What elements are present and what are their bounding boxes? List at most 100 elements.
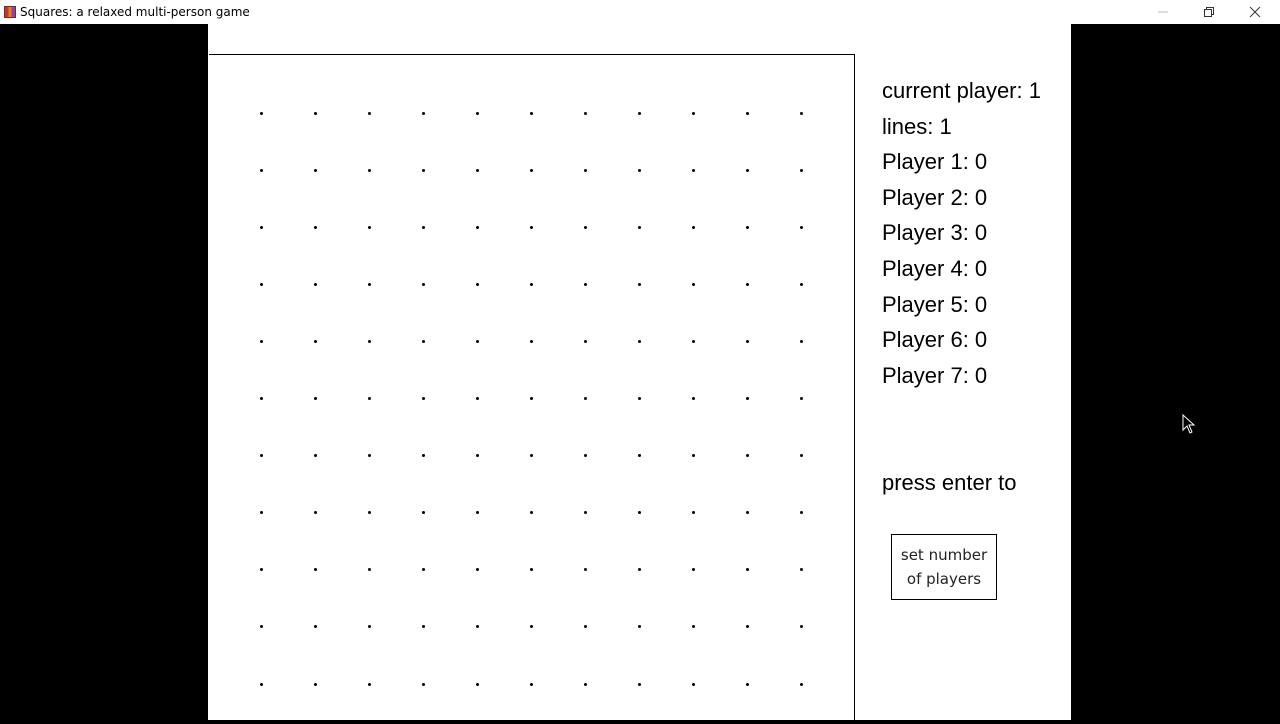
grid-dot[interactable] (259, 111, 263, 115)
grid-dot[interactable] (367, 397, 371, 400)
grid-dot[interactable] (799, 568, 803, 572)
grid-dot[interactable] (583, 168, 587, 172)
grid-dot[interactable] (529, 339, 533, 343)
grid-dot[interactable] (583, 339, 587, 343)
grid-dot[interactable] (583, 225, 587, 229)
grid-dot[interactable] (799, 111, 803, 115)
grid-dot[interactable] (529, 282, 533, 286)
grid-dot[interactable] (745, 339, 749, 343)
grid-dot[interactable] (367, 511, 371, 515)
grid-dot[interactable] (259, 282, 263, 286)
restore-button[interactable] (1186, 0, 1232, 24)
grid-dot[interactable] (745, 282, 749, 286)
grid-dot[interactable] (421, 682, 425, 686)
grid-dot[interactable] (367, 111, 371, 115)
grid-dot[interactable] (367, 339, 371, 343)
grid-dot[interactable] (313, 682, 317, 686)
grid-dot[interactable] (313, 397, 317, 400)
grid-dot[interactable] (421, 225, 425, 229)
grid-dot[interactable] (637, 282, 641, 286)
grid-dot[interactable] (637, 568, 641, 572)
grid-dot[interactable] (583, 282, 587, 286)
grid-dot[interactable] (259, 682, 263, 686)
grid-dot[interactable] (637, 225, 641, 229)
grid-dot[interactable] (259, 168, 263, 172)
grid-dot[interactable] (421, 511, 425, 515)
grid-dot[interactable] (745, 511, 749, 515)
grid-dot[interactable] (745, 682, 749, 686)
grid-dot[interactable] (691, 568, 695, 572)
grid-dot[interactable] (529, 511, 533, 515)
grid-dot[interactable] (691, 397, 695, 400)
grid-dot[interactable] (583, 625, 587, 629)
grid-dot[interactable] (583, 568, 587, 572)
grid-dot[interactable] (799, 168, 803, 172)
grid-dot[interactable] (421, 339, 425, 343)
grid-dot[interactable] (367, 225, 371, 229)
set-number-of-players-button[interactable]: set number of players (891, 534, 997, 600)
grid-dot[interactable] (259, 339, 263, 343)
grid-dot[interactable] (583, 397, 587, 400)
grid-dot[interactable] (529, 568, 533, 572)
grid-dot[interactable] (421, 168, 425, 172)
grid-dot[interactable] (475, 111, 479, 115)
grid-dot[interactable] (529, 454, 533, 458)
grid-dot[interactable] (637, 682, 641, 686)
dot-board[interactable] (209, 54, 855, 724)
grid-dot[interactable] (637, 168, 641, 172)
grid-dot[interactable] (529, 625, 533, 629)
grid-dot[interactable] (313, 225, 317, 229)
grid-dot[interactable] (259, 511, 263, 515)
grid-dot[interactable] (583, 111, 587, 115)
grid-dot[interactable] (421, 568, 425, 572)
grid-dot[interactable] (583, 682, 587, 686)
grid-dot[interactable] (475, 511, 479, 515)
grid-dot[interactable] (421, 397, 425, 400)
grid-dot[interactable] (313, 111, 317, 115)
grid-dot[interactable] (799, 625, 803, 629)
grid-dot[interactable] (691, 111, 695, 115)
grid-dot[interactable] (421, 625, 425, 629)
grid-dot[interactable] (475, 339, 479, 343)
grid-dot[interactable] (475, 682, 479, 686)
grid-dot[interactable] (475, 568, 479, 572)
grid-dot[interactable] (529, 682, 533, 686)
grid-dot[interactable] (799, 454, 803, 458)
grid-dot[interactable] (529, 111, 533, 115)
grid-dot[interactable] (259, 225, 263, 229)
close-button[interactable] (1232, 0, 1278, 24)
grid-dot[interactable] (583, 454, 587, 458)
grid-dot[interactable] (745, 225, 749, 229)
grid-dot[interactable] (421, 111, 425, 115)
grid-dot[interactable] (637, 625, 641, 629)
grid-dot[interactable] (583, 511, 587, 515)
grid-dot[interactable] (745, 568, 749, 572)
grid-dot[interactable] (259, 625, 263, 629)
grid-dot[interactable] (475, 454, 479, 458)
grid-dot[interactable] (367, 682, 371, 686)
grid-dot[interactable] (691, 225, 695, 229)
grid-dot[interactable] (637, 454, 641, 458)
grid-dot[interactable] (475, 625, 479, 629)
grid-dot[interactable] (475, 397, 479, 400)
grid-dot[interactable] (745, 454, 749, 458)
grid-dot[interactable] (637, 511, 641, 515)
grid-dot[interactable] (691, 454, 695, 458)
grid-dot[interactable] (367, 454, 371, 458)
grid-dot[interactable] (799, 511, 803, 515)
grid-dot[interactable] (313, 511, 317, 515)
grid-dot[interactable] (745, 397, 749, 400)
grid-dot[interactable] (313, 625, 317, 629)
grid-dot[interactable] (475, 225, 479, 229)
grid-dot[interactable] (691, 511, 695, 515)
grid-dot[interactable] (637, 397, 641, 400)
grid-dot[interactable] (421, 454, 425, 458)
grid-dot[interactable] (313, 339, 317, 343)
grid-dot[interactable] (529, 168, 533, 172)
grid-dot[interactable] (691, 339, 695, 343)
grid-dot[interactable] (259, 454, 263, 458)
grid-dot[interactable] (799, 339, 803, 343)
grid-dot[interactable] (691, 168, 695, 172)
grid-dot[interactable] (367, 282, 371, 286)
grid-dot[interactable] (259, 568, 263, 572)
